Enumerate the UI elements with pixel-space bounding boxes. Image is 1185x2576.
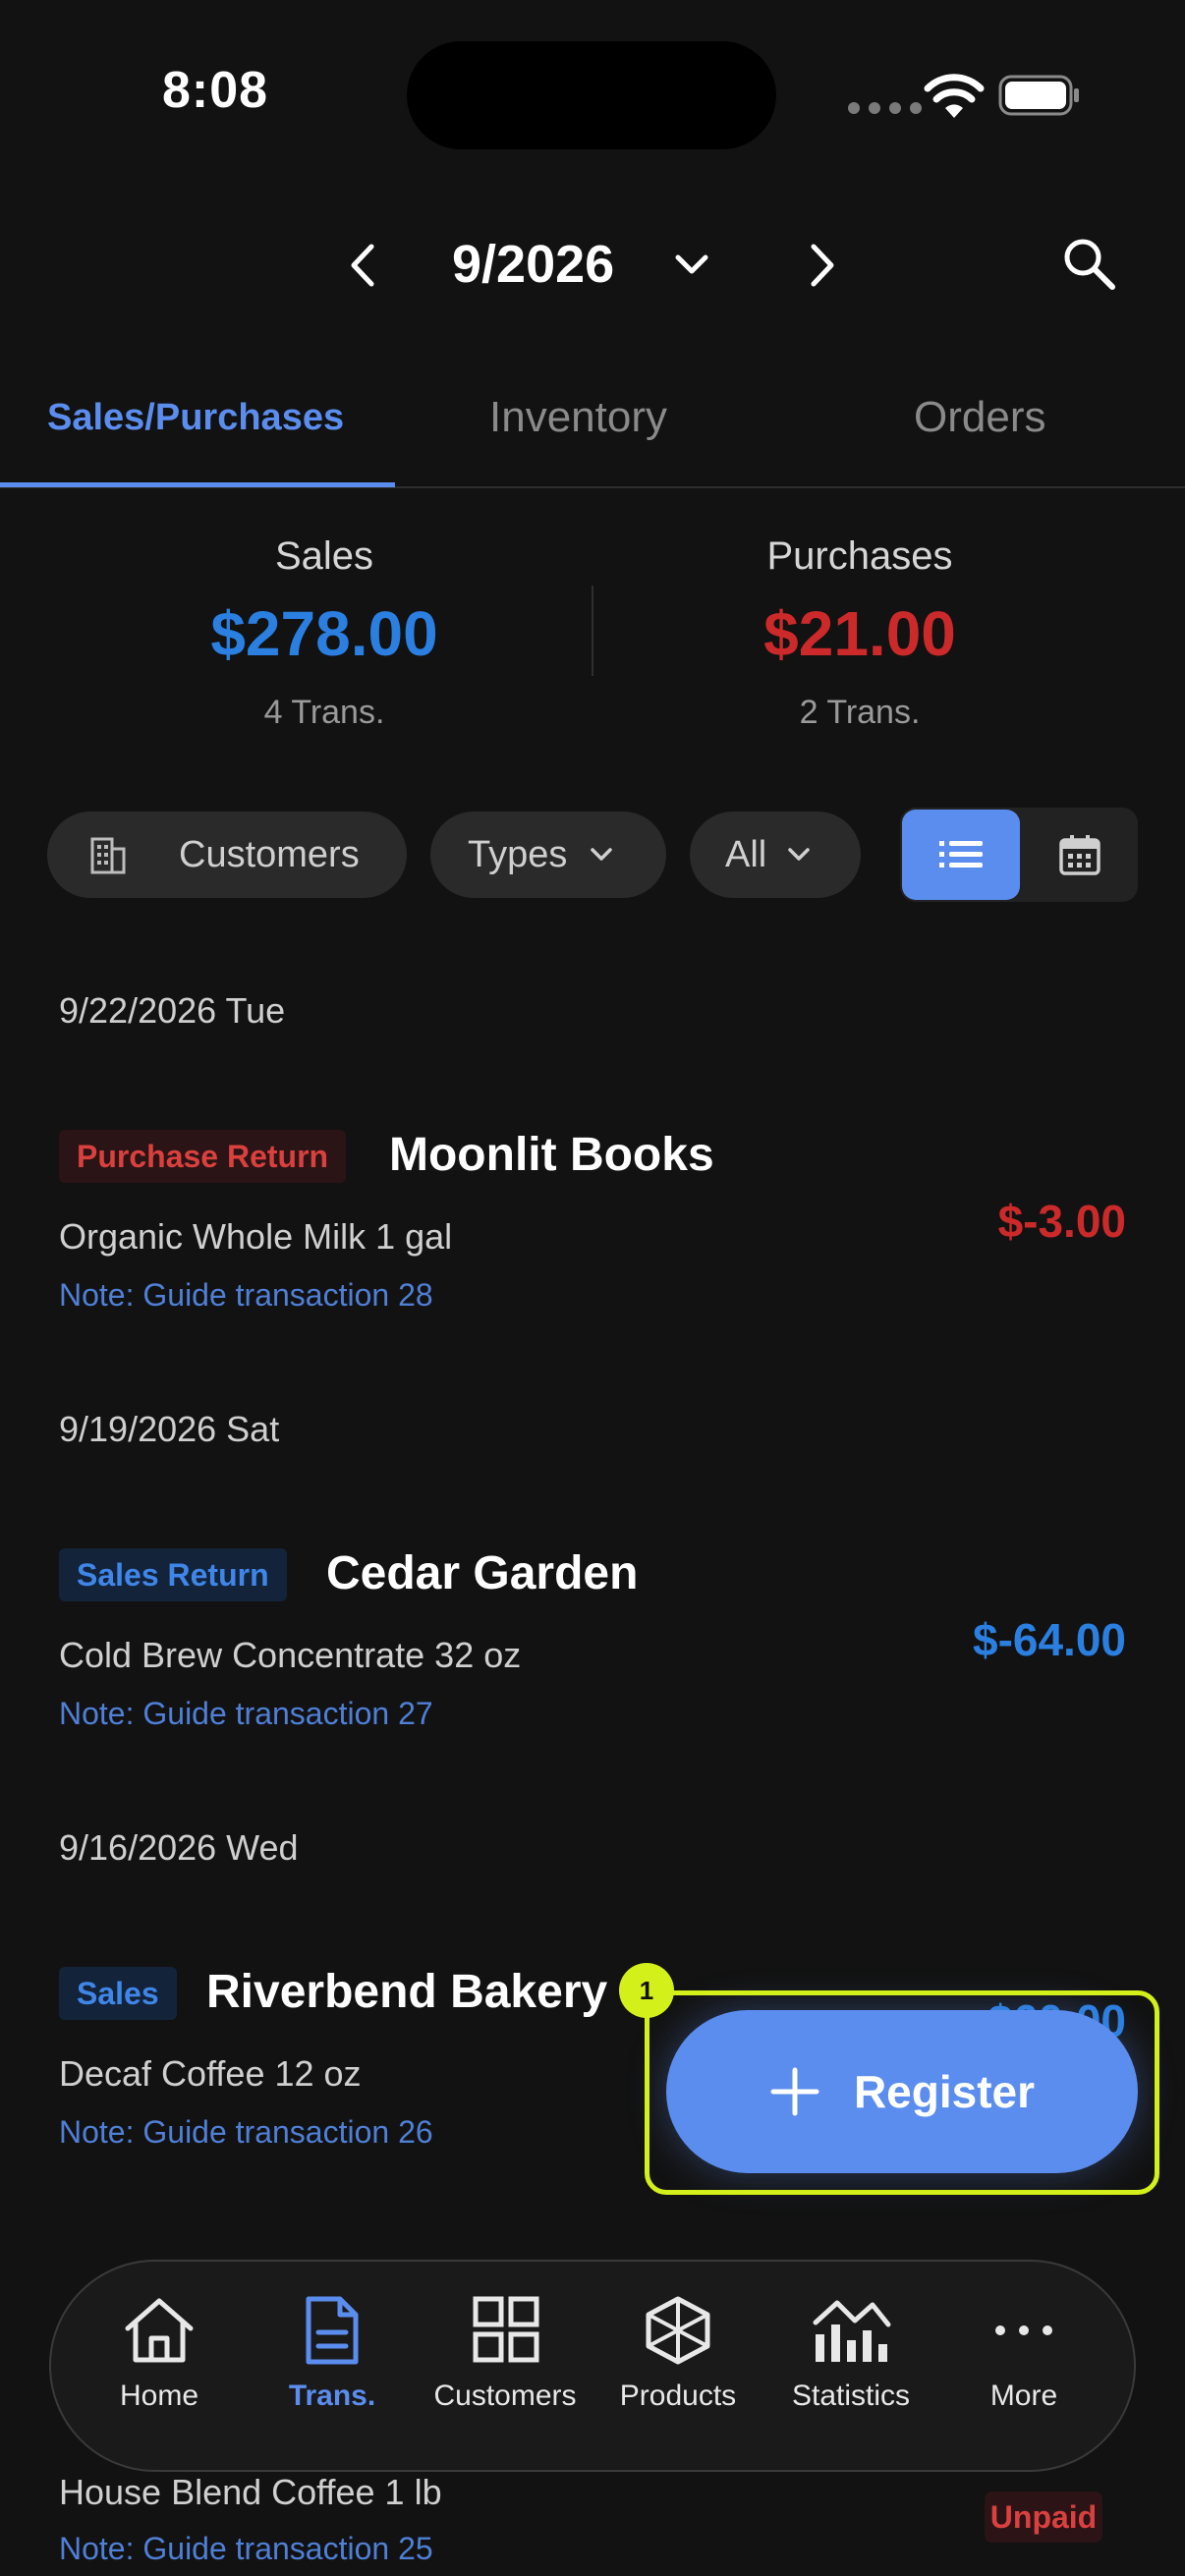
nav-label: Home — [119, 2380, 199, 2412]
nav-transactions[interactable]: Trans. — [246, 2295, 419, 2413]
counterparty-name[interactable]: Riverbend Bakery — [206, 1965, 607, 2019]
nav-label: Customers — [433, 2380, 577, 2412]
date-header: 9/22/2026 Tue — [59, 990, 286, 1031]
purchases-label: Purchases — [766, 534, 953, 578]
nav-customers[interactable]: Customers — [419, 2295, 592, 2413]
item-name: Decaf Coffee 12 oz — [59, 2053, 362, 2094]
building-icon — [90, 837, 126, 874]
cellular-signal-icon — [848, 102, 922, 114]
chart-icon — [813, 2300, 891, 2362]
more-icon — [995, 2325, 1052, 2335]
type-badge: Purchase Return — [59, 1130, 347, 1183]
nav-more[interactable]: More — [937, 2295, 1110, 2413]
nav-label: More — [989, 2380, 1058, 2412]
list-view-button[interactable] — [902, 810, 1020, 900]
chevron-down-icon — [788, 848, 810, 861]
transaction-note: Note: Guide transaction 27 — [59, 1696, 433, 1731]
date-header: 9/19/2026 Sat — [59, 1409, 280, 1449]
transaction-note: Note: Guide transaction 26 — [59, 2114, 433, 2150]
calendar-icon — [1059, 835, 1100, 875]
transaction-note: Note: Guide transaction 25 — [59, 2531, 433, 2566]
customers-filter[interactable]: Customers — [47, 812, 407, 898]
all-filter-label: All — [725, 833, 767, 875]
item-name: Cold Brew Concentrate 32 oz — [59, 1635, 522, 1675]
previous-month-button[interactable] — [344, 241, 383, 290]
type-badge: Sales — [59, 1967, 177, 2020]
status-time: 8:08 — [162, 62, 269, 119]
transaction-amount: $-64.00 — [972, 1614, 1126, 1665]
wifi-icon — [924, 74, 985, 118]
nav-label: Statistics — [791, 2380, 911, 2412]
purchases-count: 2 Trans. — [799, 694, 921, 731]
next-month-button[interactable] — [802, 241, 841, 290]
summary-divider — [592, 586, 593, 676]
types-filter-label: Types — [468, 833, 568, 875]
document-icon — [306, 2296, 359, 2365]
transaction-note: Note: Guide transaction 28 — [59, 1277, 433, 1313]
grid-icon — [473, 2296, 539, 2363]
nav-products[interactable]: Products — [592, 2295, 764, 2413]
unpaid-badge: Unpaid — [985, 2492, 1102, 2543]
dynamic-island — [407, 41, 776, 149]
purchases-total: $21.00 — [763, 598, 956, 669]
counterparty-name[interactable]: Moonlit Books — [389, 1128, 714, 1182]
sales-total: $278.00 — [210, 598, 438, 669]
type-badge: Sales Return — [59, 1548, 287, 1601]
highlight-outline — [645, 1990, 1159, 2195]
chevron-down-icon — [591, 848, 613, 861]
transaction-amount: $-3.00 — [997, 1196, 1126, 1247]
date-header: 9/16/2026 Wed — [59, 1827, 299, 1868]
customers-filter-label: Customers — [179, 833, 360, 875]
battery-icon — [998, 75, 1079, 116]
nav-home[interactable]: Home — [73, 2295, 246, 2413]
sales-count: 4 Trans. — [263, 694, 385, 731]
list-icon — [939, 841, 983, 868]
cube-icon — [646, 2296, 710, 2365]
types-filter[interactable]: Types — [430, 812, 666, 898]
counterparty-name[interactable]: Cedar Garden — [326, 1546, 638, 1600]
calendar-view-button[interactable] — [1026, 810, 1134, 900]
item-name: Organic Whole Milk 1 gal — [59, 1216, 453, 1257]
active-tab-indicator — [0, 482, 395, 487]
highlight-marker: 1 — [619, 1963, 674, 2018]
search-icon[interactable] — [1059, 234, 1118, 293]
nav-label: Trans. — [288, 2380, 376, 2412]
all-filter[interactable]: All — [690, 812, 861, 898]
chevron-down-icon[interactable] — [672, 252, 711, 279]
nav-statistics[interactable]: Statistics — [764, 2295, 937, 2413]
month-selector[interactable]: 9/2026 — [452, 234, 614, 295]
tab-sales-purchases[interactable]: Sales/Purchases — [47, 397, 344, 439]
nav-label: Products — [619, 2380, 737, 2412]
home-icon — [125, 2298, 194, 2363]
tab-orders[interactable]: Orders — [914, 393, 1045, 442]
sales-label: Sales — [274, 534, 374, 578]
item-name: House Blend Coffee 1 lb — [59, 2472, 442, 2512]
tab-inventory[interactable]: Inventory — [489, 393, 667, 442]
